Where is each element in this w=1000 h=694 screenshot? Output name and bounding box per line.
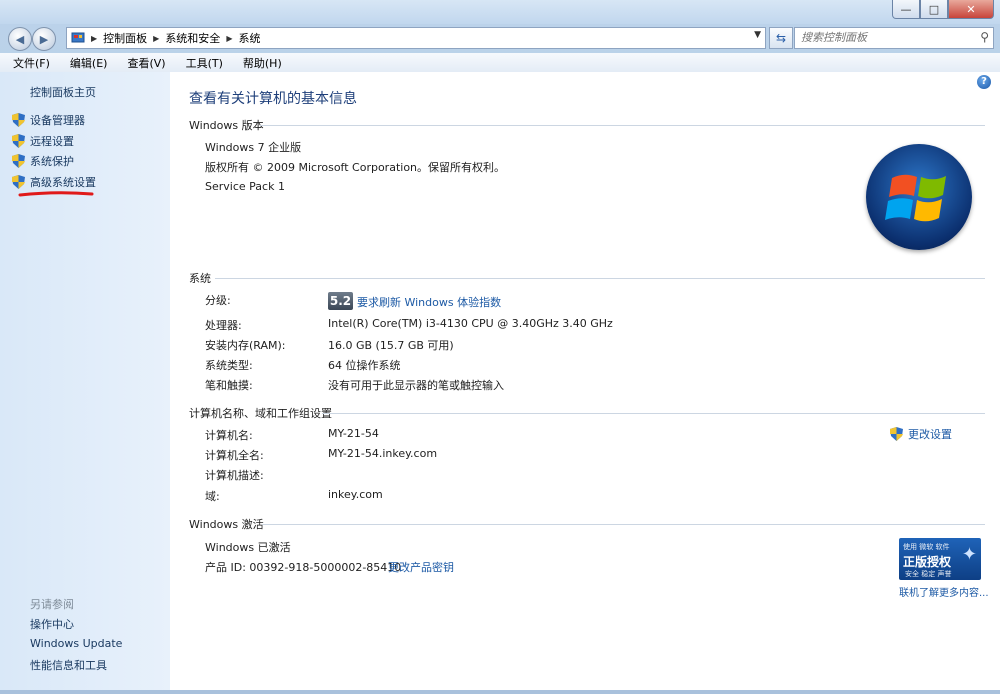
maximize-button[interactable]: □	[920, 0, 948, 19]
close-button[interactable]: ✕	[948, 0, 994, 19]
navigation-bar: ◀ ▶ ▶ 控制面板 ▶ 系统和安全 ▶ 系统 ▼ ⇆ ⚲	[0, 24, 1000, 52]
ram-label: 安装内存(RAM):	[205, 339, 286, 352]
domain-value: inkey.com	[328, 488, 383, 501]
change-product-key-link[interactable]: 更改产品密钥	[388, 559, 454, 575]
control-panel-icon	[71, 32, 85, 43]
arrow-left-icon: ◀	[15, 32, 25, 46]
arrow-right-icon: ▶	[39, 32, 49, 46]
section-divider	[262, 524, 985, 525]
help-icon[interactable]: ?	[977, 75, 991, 89]
refresh-button[interactable]: ⇆	[769, 27, 793, 49]
badge-bottom-text: 安全 稳定 声誉	[905, 570, 952, 578]
section-title-system: 系统	[189, 272, 211, 285]
edition-name: Windows 7 企业版	[205, 141, 302, 154]
shield-icon	[12, 113, 25, 127]
sidebar-item-label: 远程设置	[30, 135, 74, 148]
system-type-value: 64 位操作系统	[328, 359, 401, 372]
sidebar-item-advanced-settings[interactable]: 高级系统设置	[12, 174, 96, 190]
refresh-icon: ⇆	[775, 31, 787, 45]
badge-top-text: 使用 微软 软件	[903, 543, 950, 551]
shield-icon	[12, 134, 25, 148]
menu-file[interactable]: 文件(F)	[0, 53, 57, 72]
shield-icon	[12, 175, 25, 189]
menu-bar: 文件(F) 编辑(E) 查看(V) 工具(T) 帮助(H)	[0, 53, 1000, 73]
rating-label: 分级:	[205, 294, 231, 307]
genuine-software-badge: 使用 微软 软件 正版授权 安全 稳定 声誉 ✦	[899, 538, 981, 580]
title-bar: — □ ✕	[0, 0, 1000, 24]
activation-status: Windows 已激活	[205, 541, 291, 554]
processor-label: 处理器:	[205, 319, 242, 332]
menu-edit[interactable]: 编辑(E)	[57, 53, 115, 72]
sidebar-home-link[interactable]: 控制面板主页	[30, 84, 96, 100]
windows-flag-icon	[885, 174, 946, 222]
search-input[interactable]	[795, 28, 971, 46]
red-underline-mark	[18, 191, 94, 197]
shield-icon	[12, 154, 25, 168]
menu-view[interactable]: 查看(V)	[114, 53, 172, 72]
window-bottom-edge	[0, 690, 1000, 694]
breadcrumb-control-panel[interactable]: 控制面板	[103, 30, 147, 46]
chevron-down-icon[interactable]: ▼	[754, 30, 761, 40]
windows-logo	[866, 144, 972, 250]
section-title-computer-name: 计算机名称、域和工作组设置	[189, 407, 332, 420]
window-frame: — □ ✕ ◀ ▶ ▶ 控制面板 ▶ 系统和安全 ▶ 系统 ▼ ⇆ ⚲ 文件(F…	[0, 0, 1000, 694]
breadcrumb-system-security[interactable]: 系统和安全	[165, 30, 220, 46]
ram-value: 16.0 GB (15.7 GB 可用)	[328, 339, 454, 352]
sidebar-item-remote-settings[interactable]: 远程设置	[12, 133, 74, 149]
product-id: 产品 ID: 00392-918-5000002-85410	[205, 561, 402, 574]
system-type-label: 系统类型:	[205, 359, 253, 372]
section-divider	[322, 413, 985, 414]
sidebar-item-label: 高级系统设置	[30, 176, 96, 189]
window-controls: — □ ✕	[892, 0, 994, 19]
pen-touch-value: 没有可用于此显示器的笔或触控输入	[328, 379, 504, 392]
computer-name-value: MY-21-54	[328, 427, 379, 440]
full-name-value: MY-21-54.inkey.com	[328, 447, 438, 460]
section-divider	[260, 125, 985, 126]
breadcrumb-system[interactable]: 系统	[238, 30, 260, 46]
star-icon: ✦	[961, 544, 977, 565]
breadcrumb-separator: ▶	[153, 33, 160, 43]
section-divider	[215, 278, 985, 279]
search-box[interactable]: ⚲	[794, 27, 994, 49]
sidebar-item-label: 系统保护	[30, 155, 74, 168]
sidebar: 控制面板主页 设备管理器 远程设置 系统保护 高级系统设置 另请参阅 操作中心 …	[0, 72, 170, 694]
sidebar-item-label: 设备管理器	[30, 114, 85, 127]
section-title-edition: Windows 版本	[189, 119, 264, 132]
search-icon[interactable]: ⚲	[980, 30, 989, 44]
domain-label: 域:	[205, 490, 220, 503]
badge-main-text: 正版授权	[903, 555, 952, 569]
sidebar-link-windows-update[interactable]: Windows Update	[30, 637, 122, 650]
see-also-heading: 另请参阅	[30, 598, 74, 611]
change-settings-link[interactable]: 更改设置	[890, 426, 952, 442]
pen-touch-label: 笔和触摸:	[205, 379, 253, 392]
description-label: 计算机描述:	[205, 469, 264, 482]
experience-index-badge[interactable]: 5.2	[328, 292, 353, 310]
sidebar-item-device-manager[interactable]: 设备管理器	[12, 112, 85, 128]
back-button[interactable]: ◀	[8, 27, 32, 51]
full-name-label: 计算机全名:	[205, 449, 264, 462]
sidebar-link-action-center[interactable]: 操作中心	[30, 616, 74, 632]
section-title-activation: Windows 激活	[189, 518, 264, 531]
edition-service-pack: Service Pack 1	[205, 180, 285, 193]
minimize-button[interactable]: —	[892, 0, 920, 19]
sidebar-link-performance[interactable]: 性能信息和工具	[30, 657, 107, 673]
edition-copyright: 版权所有 © 2009 Microsoft Corporation。保留所有权利…	[205, 161, 506, 174]
sidebar-item-system-protection[interactable]: 系统保护	[12, 153, 74, 169]
computer-name-label: 计算机名:	[205, 429, 253, 442]
address-bar[interactable]: ▶ 控制面板 ▶ 系统和安全 ▶ 系统 ▼	[66, 27, 766, 49]
breadcrumb-separator: ▶	[226, 33, 233, 43]
menu-help[interactable]: 帮助(H)	[230, 53, 289, 72]
refresh-experience-index-link[interactable]: 要求刷新 Windows 体验指数	[357, 294, 501, 310]
processor-value: Intel(R) Core(TM) i3-4130 CPU @ 3.40GHz …	[328, 317, 613, 330]
forward-button[interactable]: ▶	[32, 27, 56, 51]
main-content: ? 查看有关计算机的基本信息 Windows 版本 Windows 7 企业版 …	[170, 72, 1000, 694]
change-settings-label: 更改设置	[908, 428, 952, 441]
shield-icon	[890, 427, 903, 441]
breadcrumb-separator: ▶	[91, 33, 98, 43]
menu-tools[interactable]: 工具(T)	[173, 53, 230, 72]
page-title: 查看有关计算机的基本信息	[189, 91, 357, 107]
learn-more-online-link[interactable]: 联机了解更多内容...	[899, 584, 989, 599]
